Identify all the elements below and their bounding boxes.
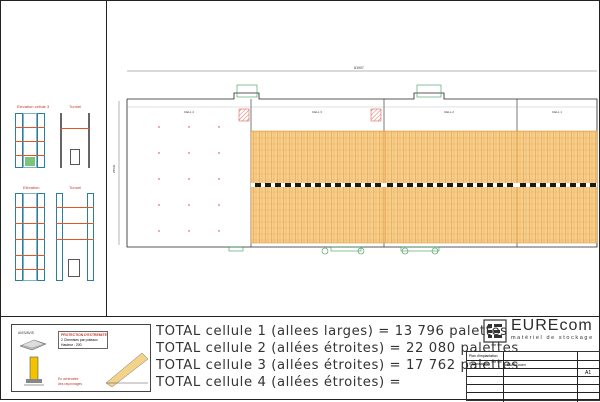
rack-elevation-bottom-left (15, 193, 45, 281)
legend-title: AVIS/AVIS (18, 331, 34, 335)
warehouse-floor-plan: 81907 25530 CELL 4 CELL 3 CELL 2 CELL 1 (112, 66, 598, 255)
elevation-cellule-3-label: Elevation cellule 3 (17, 104, 50, 109)
rack-elevation-top-left (15, 113, 45, 168)
overall-dimension: 81907 (354, 66, 364, 70)
end-protection-sketch (105, 352, 149, 387)
left-column-border (106, 1, 107, 316)
title-company: EUREcom (507, 362, 526, 367)
capacity-totals: TOTAL cellule 1 (allees larges) = 13 796… (156, 323, 519, 391)
protection-box: PROTECTION D'EXTREMITÉ 2 Chemises par po… (58, 331, 108, 349)
tunnel-elevation-bottom (56, 193, 94, 281)
total-cellule-1: TOTAL cellule 1 (allees larges) = 13 796… (156, 324, 508, 339)
title-revision: A1 (585, 370, 592, 376)
title-line-2: Rayonnages (469, 362, 489, 366)
central-aisle-beams (251, 183, 597, 187)
title-line-1: Plan d'implantation (469, 354, 498, 358)
column-protector-icon (24, 356, 44, 386)
cell-4-label: CELL 4 (184, 110, 194, 114)
eurecom-logo-mark (483, 319, 507, 343)
loading-dock-left (236, 84, 258, 98)
drawing-sheet: Elevation cellule 3 Tunnel Elévation Tun… (0, 0, 600, 402)
note-line-2: des rayonnages (58, 382, 83, 386)
hatched-zone-right (370, 108, 382, 122)
tunnel-elevation-top (56, 113, 94, 168)
loading-dock-right (416, 84, 442, 98)
logo-brand: EUREcom (511, 317, 593, 334)
pallet-icon (19, 339, 47, 351)
side-dimension: 25530 (112, 164, 116, 173)
cell-2-label: CELL 2 (444, 110, 454, 114)
total-cellule-2: TOTAL cellule 2 (allées étroites) = 22 0… (156, 341, 519, 356)
protection-line-1: 2 Chemises par poteaux (61, 338, 98, 342)
elevation-label: Elévation (23, 185, 40, 190)
legend-box: AVIS/AVIS PROTECTION D'EXTREMITÉ 2 Chemi… (11, 324, 151, 392)
cell-1-label: CELL 1 (552, 110, 562, 114)
title-block: Plan d'implantation Rayonnages EUREcom A… (466, 351, 600, 402)
logo-tagline: matériel de stockage (511, 335, 594, 341)
bottom-docks (228, 246, 440, 255)
tunnel-bottom-label: Tunnel (69, 185, 82, 190)
total-cellule-3: TOTAL cellule 3 (allées étroites) = 17 7… (156, 358, 519, 373)
hatched-zone-left (238, 108, 250, 122)
total-cellule-4: TOTAL cellule 4 (allées étroites) = (156, 375, 402, 390)
tunnel-top-label: Tunnel (69, 104, 82, 109)
cell-3-label: CELL 3 (312, 110, 322, 114)
protection-title: PROTECTION D'EXTREMITÉ (61, 333, 107, 337)
eurecom-logo: EUREcom matériel de stockage (479, 317, 599, 347)
note-line-1: En achevalée (58, 377, 79, 381)
column-markers (158, 126, 220, 232)
protection-line-2: Hauteur : 200 (61, 343, 82, 347)
